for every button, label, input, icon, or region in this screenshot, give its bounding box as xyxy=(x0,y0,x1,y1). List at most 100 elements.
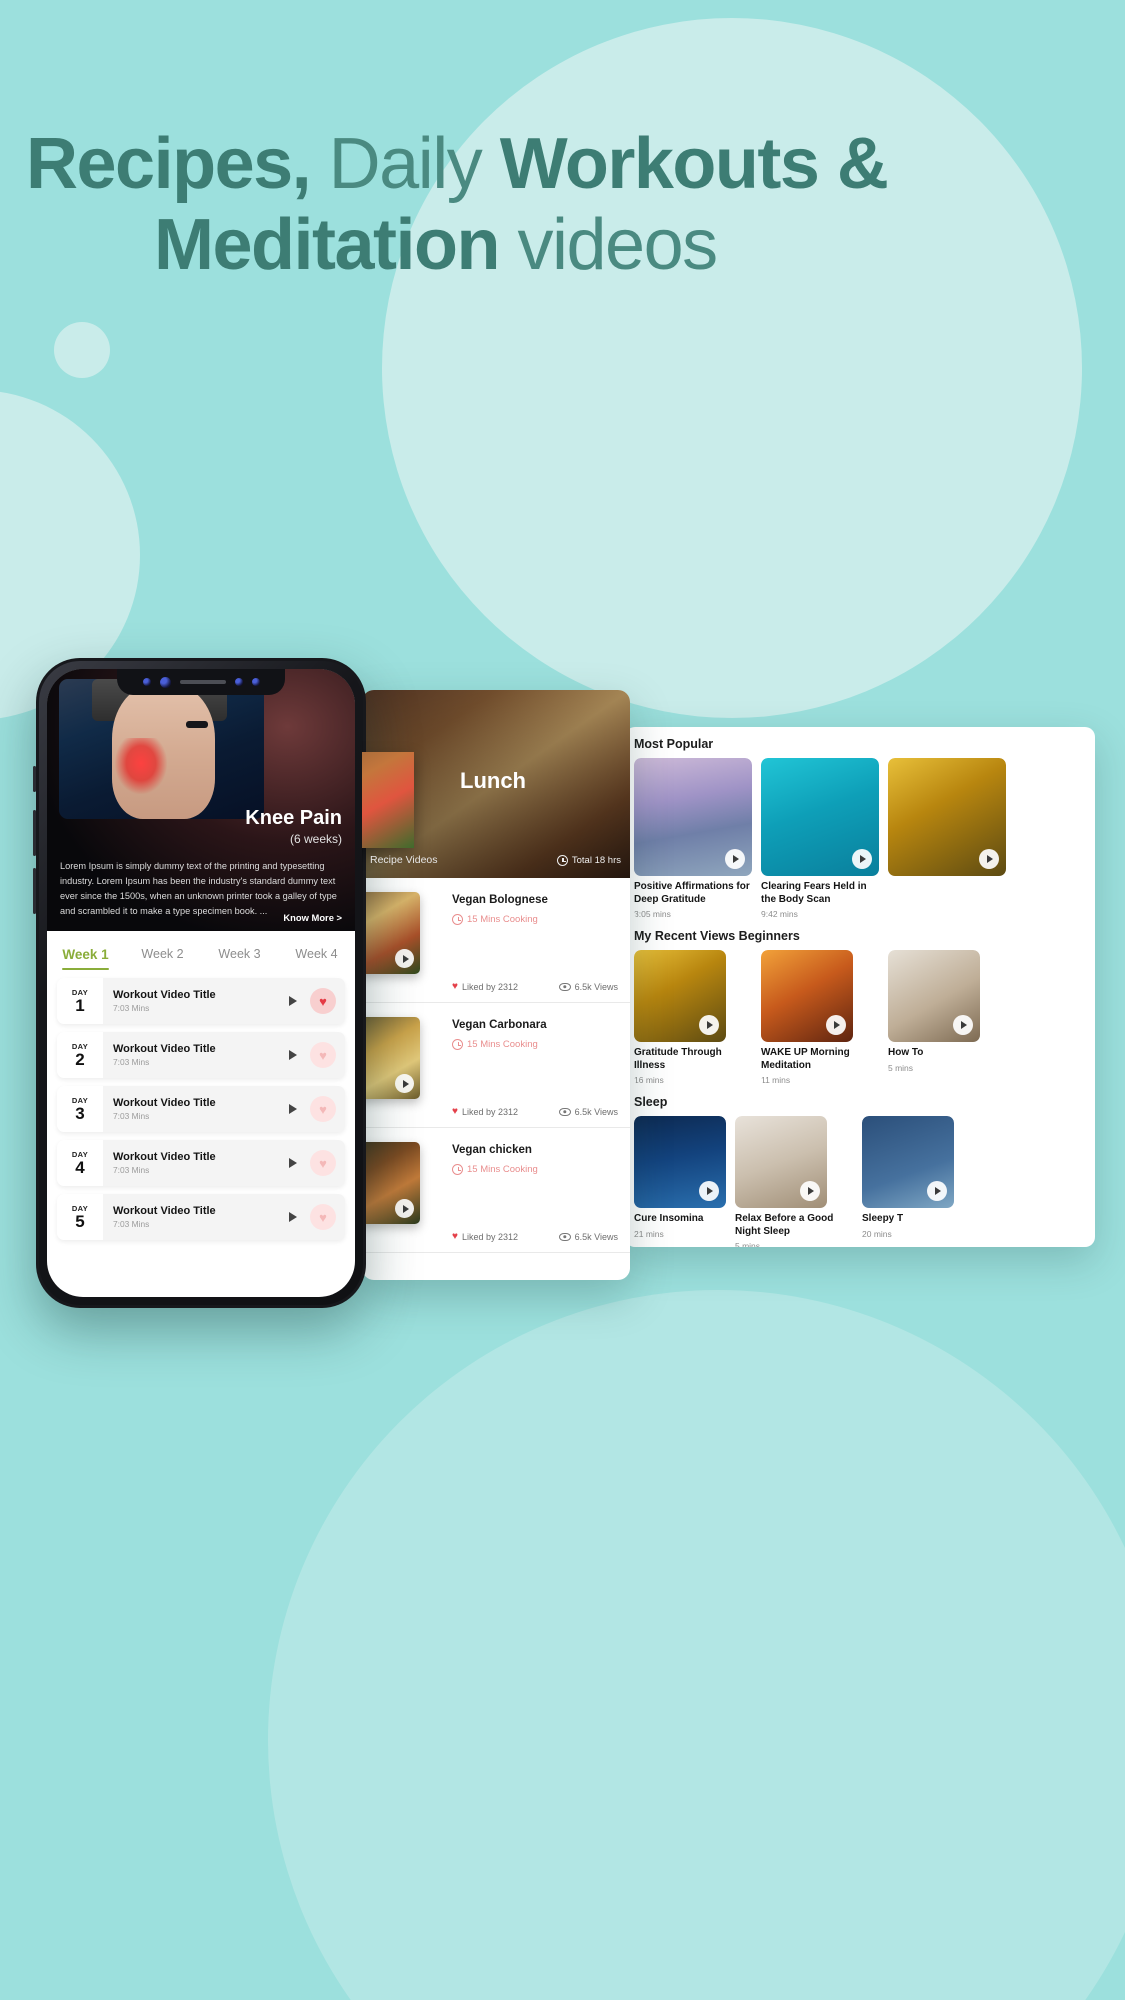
phone-mute-switch[interactable] xyxy=(33,766,36,792)
meditation-thumbnail[interactable] xyxy=(761,758,879,876)
meditation-tile-row: Cure Insomina 21 mins Relax Before a Good … xyxy=(625,1116,1095,1247)
workout-duration: 7:03 Mins xyxy=(113,1111,150,1121)
play-button[interactable] xyxy=(281,1098,303,1120)
workout-day-row[interactable]: DAY 1 Workout Video Title 7:03 Mins ♥ xyxy=(57,978,345,1024)
play-icon[interactable] xyxy=(979,849,999,869)
meditation-duration: 5 mins xyxy=(735,1241,761,1247)
phone-volume-down[interactable] xyxy=(33,868,36,914)
recipe-likes-label: Liked by 2312 xyxy=(461,1106,518,1117)
phone-screen: Knee Pain (6 weeks) Lorem Ipsum is simpl… xyxy=(47,669,355,1297)
workout-duration: 7:03 Mins xyxy=(113,1165,150,1175)
workout-day-row[interactable]: DAY 5 Workout Video Title 7:03 Mins ♥ xyxy=(57,1194,345,1240)
week-tab-2[interactable]: Week 2 xyxy=(124,947,201,970)
play-icon[interactable] xyxy=(699,1015,719,1035)
clock-icon xyxy=(452,1164,463,1175)
meditation-thumbnail[interactable] xyxy=(634,1116,726,1208)
play-button[interactable] xyxy=(281,1206,303,1228)
recipe-thumbnail[interactable] xyxy=(362,1142,420,1224)
meditation-thumbnail[interactable] xyxy=(888,950,980,1042)
recipe-cooking-time: 15 Mins Cooking xyxy=(452,1039,538,1050)
meditation-tile[interactable]: Sleepy T 20 mins xyxy=(862,1116,954,1247)
meditation-thumbnail[interactable] xyxy=(888,758,1006,876)
meditation-tile[interactable]: Cure Insomina 21 mins xyxy=(634,1116,726,1247)
meditation-tile-row: Positive Affirmations for Deep Gratitude… xyxy=(625,758,1095,919)
play-icon[interactable] xyxy=(927,1181,947,1201)
know-more-link[interactable]: Know More > xyxy=(283,912,342,923)
meditation-duration: 20 mins xyxy=(862,1228,892,1239)
meditation-tile[interactable] xyxy=(888,758,1006,919)
proximity-sensor-icon xyxy=(234,678,243,686)
workout-title: Workout Video Title xyxy=(113,989,216,1001)
recipe-views: 6.5k Views xyxy=(558,981,618,992)
phone-mockup: Knee Pain (6 weeks) Lorem Ipsum is simpl… xyxy=(33,658,366,1308)
recipe-views-label: 6.5k Views xyxy=(574,1106,618,1117)
play-icon[interactable] xyxy=(800,1181,820,1201)
meditation-duration: 11 mins xyxy=(761,1075,791,1085)
workout-day-row[interactable]: DAY 4 Workout Video Title 7:03 Mins ♥ xyxy=(57,1140,345,1186)
meditation-thumbnail[interactable] xyxy=(735,1116,827,1208)
meditation-thumbnail[interactable] xyxy=(634,758,752,876)
recipe-list-item[interactable]: Vegan Carbonara 15 Mins Cooking ♥ Liked by … xyxy=(362,1003,630,1128)
meditation-tile[interactable]: Clearing Fears Held in the Body Scan 9:42… xyxy=(761,758,879,919)
play-button[interactable] xyxy=(281,990,303,1012)
recipe-hero-title: Lunch xyxy=(460,768,526,793)
phone-volume-up[interactable] xyxy=(33,810,36,856)
meditation-name: Positive Affirmations for Deep Gratitude xyxy=(634,881,750,905)
meditation-tile[interactable]: How To 5 mins xyxy=(888,950,980,1085)
favorite-heart-button[interactable]: ♥ xyxy=(310,1096,336,1122)
meditation-thumbnail[interactable] xyxy=(862,1116,954,1208)
week-tab-1[interactable]: Week 1 xyxy=(47,947,124,970)
day-badge: DAY 5 xyxy=(57,1194,103,1240)
program-title: Knee Pain xyxy=(245,807,342,829)
play-button[interactable] xyxy=(281,1152,303,1174)
meditation-name: Relax Before a Good Night Sleep xyxy=(735,1213,834,1237)
play-icon[interactable] xyxy=(395,1074,414,1093)
recipe-views: 6.5k Views xyxy=(558,1106,618,1117)
meditation-tile[interactable]: Relax Before a Good Night Sleep 5 mins xyxy=(735,1116,853,1247)
play-icon[interactable] xyxy=(395,949,414,968)
play-icon[interactable] xyxy=(725,849,745,869)
recipe-cooking-time: 15 Mins Cooking xyxy=(452,914,538,925)
recipe-thumbnail[interactable] xyxy=(362,892,420,974)
play-icon[interactable] xyxy=(852,849,872,869)
meditation-thumbnail[interactable] xyxy=(634,950,726,1042)
favorite-heart-button[interactable]: ♥ xyxy=(310,1204,336,1230)
recipe-hero-subtitle: Recipe Videos xyxy=(370,854,438,866)
play-icon[interactable] xyxy=(826,1015,846,1035)
meditation-name: Clearing Fears Held in the Body Scan xyxy=(761,881,867,905)
meditation-tile[interactable]: Positive Affirmations for Deep Gratitude… xyxy=(634,758,752,919)
heart-icon: ♥ xyxy=(452,981,458,992)
camera-sensor-icon xyxy=(142,678,151,686)
recipe-cooking-label: 15 Mins Cooking xyxy=(467,1039,538,1050)
favorite-heart-button[interactable]: ♥ xyxy=(310,1042,336,1068)
workout-day-row[interactable]: DAY 2 Workout Video Title 7:03 Mins ♥ xyxy=(57,1032,345,1078)
promo-canvas: Recipes, Daily Workouts & Meditation vid… xyxy=(0,0,1125,2000)
play-icon[interactable] xyxy=(395,1199,414,1218)
recipe-thumbnail[interactable] xyxy=(362,1017,420,1099)
play-icon[interactable] xyxy=(699,1181,719,1201)
headline-word-workouts: Workouts & xyxy=(499,124,889,204)
workout-title: Workout Video Title xyxy=(113,1151,216,1163)
meditation-thumbnail[interactable] xyxy=(761,950,853,1042)
recipe-hero-total: Total 18 hrs xyxy=(556,855,621,866)
workout-title: Workout Video Title xyxy=(113,1097,216,1109)
recipe-list-item[interactable]: Vegan Bolognese 15 Mins Cooking ♥ Liked by … xyxy=(362,878,630,1003)
headline-line-2: Meditation videos xyxy=(26,209,1086,282)
day-number: 2 xyxy=(75,1050,85,1069)
week-tab-3[interactable]: Week 3 xyxy=(201,947,278,970)
meditation-duration: 21 mins xyxy=(634,1228,664,1239)
play-button[interactable] xyxy=(281,1044,303,1066)
play-icon[interactable] xyxy=(953,1015,973,1035)
meditation-duration: 5 mins xyxy=(888,1062,914,1073)
workout-day-row[interactable]: DAY 3 Workout Video Title 7:03 Mins ♥ xyxy=(57,1086,345,1132)
recipe-likes-label: Liked by 2312 xyxy=(461,981,518,992)
favorite-heart-button[interactable]: ♥ xyxy=(310,1150,336,1176)
week-tab-4[interactable]: Week 4 xyxy=(278,947,355,970)
meditation-tile[interactable]: WAKE UP Morning Meditation 11 mins xyxy=(761,950,879,1085)
day-badge: DAY 4 xyxy=(57,1140,103,1186)
workout-title: Workout Video Title xyxy=(113,1205,216,1217)
favorite-heart-button[interactable]: ♥ xyxy=(310,988,336,1014)
meditation-name: WAKE UP Morning Meditation xyxy=(761,1047,850,1071)
meditation-tile[interactable]: Gratitude Through Illness 16 mins xyxy=(634,950,752,1085)
recipe-list-item[interactable]: Vegan chicken 15 Mins Cooking ♥ Liked by 23… xyxy=(362,1128,630,1253)
